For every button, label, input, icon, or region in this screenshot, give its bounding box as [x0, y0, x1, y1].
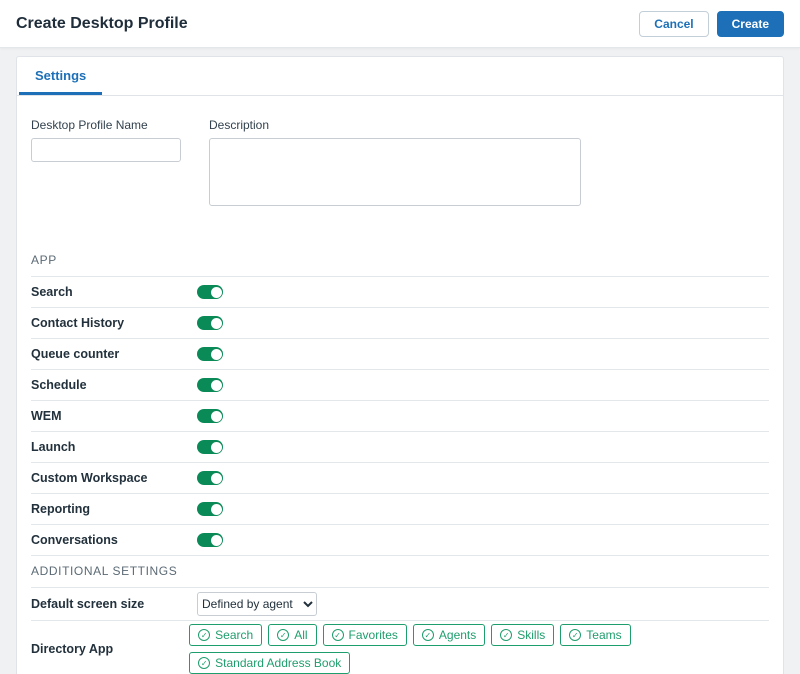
settings-card: Settings Desktop Profile Name Descriptio… — [16, 56, 784, 674]
chip-favorites[interactable]: ✓ Favorites — [323, 624, 407, 646]
toggle-custom-workspace[interactable] — [197, 471, 223, 485]
toggle-row-launch: Launch — [31, 432, 769, 463]
chip-agents[interactable]: ✓ Agents — [413, 624, 485, 646]
toggle-label: WEM — [31, 409, 197, 423]
toggle-label: Custom Workspace — [31, 471, 197, 485]
directory-app-chips: ✓ Search ✓ All ✓ Favorites ✓ Agents ✓ — [189, 624, 769, 674]
check-circle-icon: ✓ — [198, 629, 210, 641]
toggle-search[interactable] — [197, 285, 223, 299]
header-actions: Cancel Create — [639, 11, 784, 37]
description-textarea[interactable] — [209, 138, 581, 206]
check-circle-icon: ✓ — [569, 629, 581, 641]
toggle-row-contact-history: Contact History — [31, 308, 769, 339]
toggle-wem[interactable] — [197, 409, 223, 423]
header: Create Desktop Profile Cancel Create — [0, 0, 800, 48]
toggle-conversations[interactable] — [197, 533, 223, 547]
form-row: Desktop Profile Name Description — [31, 118, 769, 211]
toggle-row-queue-counter: Queue counter — [31, 339, 769, 370]
desktop-profile-name-label: Desktop Profile Name — [31, 118, 181, 132]
toggle-queue-counter[interactable] — [197, 347, 223, 361]
toggle-label: Schedule — [31, 378, 197, 392]
create-button[interactable]: Create — [717, 11, 784, 37]
default-screen-size-label: Default screen size — [31, 597, 197, 611]
check-circle-icon: ✓ — [500, 629, 512, 641]
toggle-label: Queue counter — [31, 347, 197, 361]
default-screen-size-row: Default screen size Defined by agent — [31, 588, 769, 621]
toggle-row-wem: WEM — [31, 401, 769, 432]
desktop-profile-name-input[interactable] — [31, 138, 181, 162]
default-screen-size-select[interactable]: Defined by agent — [197, 592, 317, 616]
check-circle-icon: ✓ — [422, 629, 434, 641]
toggle-contact-history[interactable] — [197, 316, 223, 330]
toggle-row-reporting: Reporting — [31, 494, 769, 525]
toggle-row-custom-workspace: Custom Workspace — [31, 463, 769, 494]
additional-settings-title: ADDITIONAL SETTINGS — [31, 564, 769, 588]
directory-app-label: Directory App — [31, 642, 189, 656]
tab-settings[interactable]: Settings — [19, 57, 102, 95]
tab-bar: Settings — [17, 57, 783, 96]
toggle-row-schedule: Schedule — [31, 370, 769, 401]
chip-teams[interactable]: ✓ Teams — [560, 624, 630, 646]
toggle-label: Reporting — [31, 502, 197, 516]
desktop-profile-name-field: Desktop Profile Name — [31, 118, 181, 211]
directory-app-row: Directory App ✓ Search ✓ All ✓ Favorites… — [31, 621, 769, 674]
toggle-reporting[interactable] — [197, 502, 223, 516]
page-title: Create Desktop Profile — [16, 15, 188, 33]
description-field: Description — [209, 118, 581, 211]
toggle-label: Contact History — [31, 316, 197, 330]
toggle-label: Search — [31, 285, 197, 299]
check-circle-icon: ✓ — [277, 629, 289, 641]
check-circle-icon: ✓ — [332, 629, 344, 641]
toggle-label: Launch — [31, 440, 197, 454]
toggle-row-search: Search — [31, 277, 769, 308]
chip-standard-address-book[interactable]: ✓ Standard Address Book — [189, 652, 350, 674]
chip-all[interactable]: ✓ All — [268, 624, 316, 646]
app-section-title: APP — [31, 253, 769, 277]
toggle-schedule[interactable] — [197, 378, 223, 392]
toggle-launch[interactable] — [197, 440, 223, 454]
chip-skills[interactable]: ✓ Skills — [491, 624, 554, 646]
check-circle-icon: ✓ — [198, 657, 210, 669]
toggle-row-conversations: Conversations — [31, 525, 769, 556]
toggle-label: Conversations — [31, 533, 197, 547]
cancel-button[interactable]: Cancel — [639, 11, 708, 37]
app-toggle-list: Search Contact History Queue counter Sch… — [31, 277, 769, 556]
content: Desktop Profile Name Description APP Sea… — [17, 96, 783, 674]
description-label: Description — [209, 118, 581, 132]
chip-search[interactable]: ✓ Search — [189, 624, 262, 646]
